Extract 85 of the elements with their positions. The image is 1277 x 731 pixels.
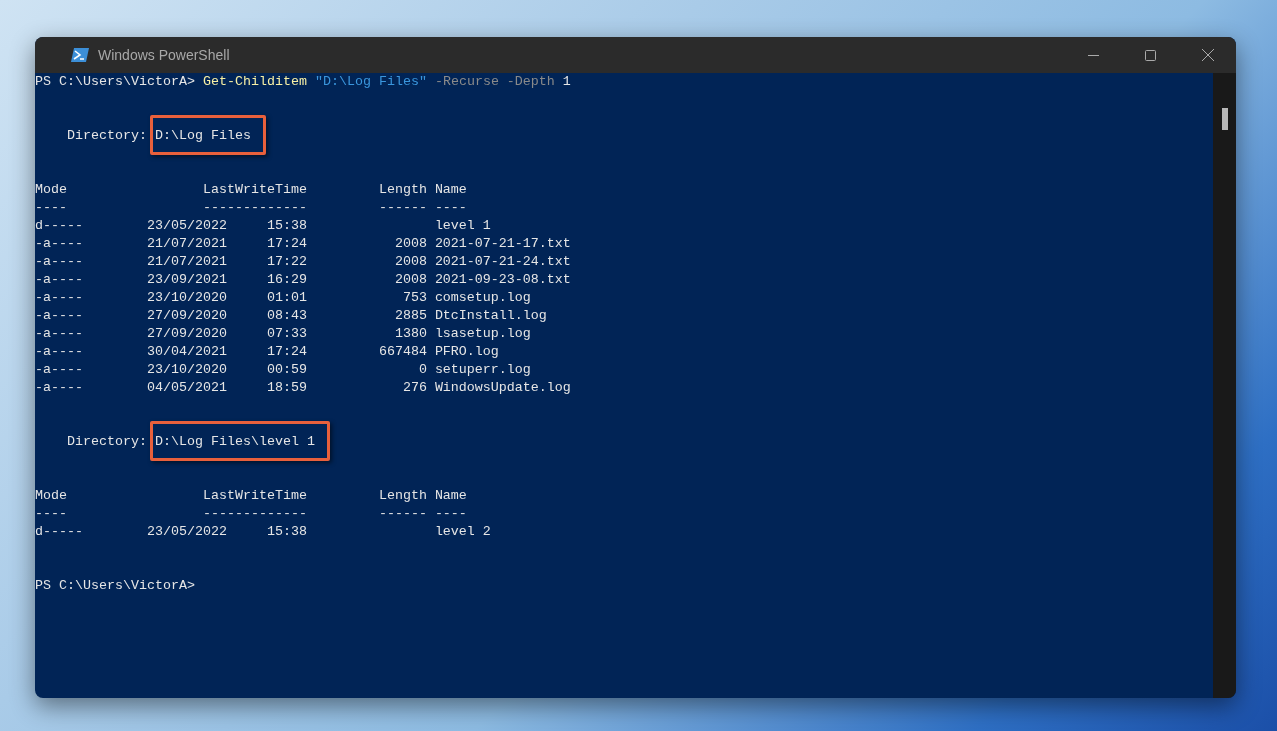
date-cell: 23/09/2021: [146, 272, 227, 287]
name-cell: level 2: [434, 523, 491, 541]
length-cell: 753: [402, 289, 427, 307]
length-cell: 0: [418, 361, 427, 379]
length-cell: 2008: [394, 253, 427, 271]
argument-text: "D:\Log Files": [314, 73, 427, 91]
length-cell: 276: [402, 379, 427, 397]
length-cell: 2885: [394, 307, 427, 325]
window-title: Windows PowerShell: [98, 45, 230, 65]
column-header: ----: [35, 199, 68, 217]
directory-path: D:\Log Files: [154, 128, 251, 143]
length-cell: 2008: [394, 271, 427, 289]
time-cell: 07:33: [266, 325, 307, 343]
prompt-text: PS C:\Users\VictorA>: [35, 73, 195, 91]
time-cell: 00:59: [266, 361, 307, 379]
directory-label: Directory:: [67, 127, 147, 145]
powershell-icon: [70, 47, 90, 63]
mode-cell: -a----: [35, 272, 83, 287]
time-cell: 17:24: [266, 235, 307, 253]
name-cell: lsasetup.log: [434, 325, 531, 343]
column-header: -------------: [202, 199, 307, 217]
length-cell: 2008: [394, 235, 427, 253]
mode-cell: -a----: [35, 254, 83, 269]
prompt-text: PS C:\Users\VictorA>: [35, 577, 195, 595]
date-cell: 21/07/2021: [146, 254, 227, 269]
column-header: ----: [434, 505, 467, 523]
date-cell: 27/09/2020: [146, 308, 227, 323]
length-cell: 1380: [394, 325, 427, 343]
name-cell: comsetup.log: [434, 289, 531, 307]
column-header: LastWriteTime: [202, 181, 307, 199]
column-header: ------: [378, 199, 427, 217]
column-header: ----: [35, 505, 68, 523]
minimize-icon: [1088, 54, 1099, 56]
name-cell: DtcInstall.log: [434, 307, 547, 325]
mode-cell: -a----: [35, 308, 83, 323]
time-cell: 08:43: [266, 307, 307, 325]
date-cell: 23/05/2022: [146, 524, 227, 539]
time-cell: 01:01: [266, 289, 307, 307]
mode-cell: d-----: [35, 524, 83, 539]
date-cell: 23/10/2020: [146, 362, 227, 377]
date-cell: 23/05/2022: [146, 218, 227, 233]
directory-path: D:\Log Files\level 1: [154, 434, 315, 449]
column-header: Length: [378, 181, 427, 199]
date-cell: 23/10/2020: [146, 290, 227, 305]
close-icon: [1201, 49, 1214, 61]
mode-cell: -a----: [35, 380, 83, 395]
name-cell: WindowsUpdate.log: [434, 379, 571, 397]
name-cell: 2021-07-21-17.txt: [434, 235, 571, 253]
length-cell: 667484: [378, 343, 427, 361]
mode-cell: -a----: [35, 290, 83, 305]
time-cell: 15:38: [266, 523, 307, 541]
name-cell: PFRO.log: [434, 343, 499, 361]
time-cell: 18:59: [266, 379, 307, 397]
name-cell: level 1: [434, 217, 491, 235]
time-cell: 16:29: [266, 271, 307, 289]
column-header: Mode: [35, 181, 68, 199]
mode-cell: -a----: [35, 362, 83, 377]
mode-cell: -a----: [35, 236, 83, 251]
column-header: Mode: [35, 487, 68, 505]
mode-cell: d-----: [35, 218, 83, 233]
date-cell: 30/04/2021: [146, 344, 227, 359]
time-cell: 15:38: [266, 217, 307, 235]
date-cell: 04/05/2021: [146, 380, 227, 395]
time-cell: 17:24: [266, 343, 307, 361]
column-header: ----: [434, 199, 467, 217]
name-cell: 2021-07-21-24.txt: [434, 253, 571, 271]
mode-cell: -a----: [35, 344, 83, 359]
parameter-text: -Recurse -Depth: [434, 73, 555, 91]
column-header: Name: [434, 487, 467, 505]
date-cell: 27/09/2020: [146, 326, 227, 341]
scrollbar-thumb[interactable]: [1221, 108, 1228, 130]
command-text: Get-Childitem: [202, 73, 307, 91]
date-cell: 21/07/2021: [146, 236, 227, 251]
name-cell: setuperr.log: [434, 361, 531, 379]
maximize-icon: [1145, 49, 1156, 61]
column-header: Name: [434, 181, 467, 199]
directory-label: Directory:: [67, 433, 147, 451]
time-cell: 17:22: [266, 253, 307, 271]
value-text: 1: [562, 73, 571, 91]
column-header: -------------: [202, 505, 307, 523]
name-cell: 2021-09-23-08.txt: [434, 271, 571, 289]
column-header: LastWriteTime: [202, 487, 307, 505]
column-header: Length: [378, 487, 427, 505]
column-header: ------: [378, 505, 427, 523]
mode-cell: -a----: [35, 326, 83, 341]
